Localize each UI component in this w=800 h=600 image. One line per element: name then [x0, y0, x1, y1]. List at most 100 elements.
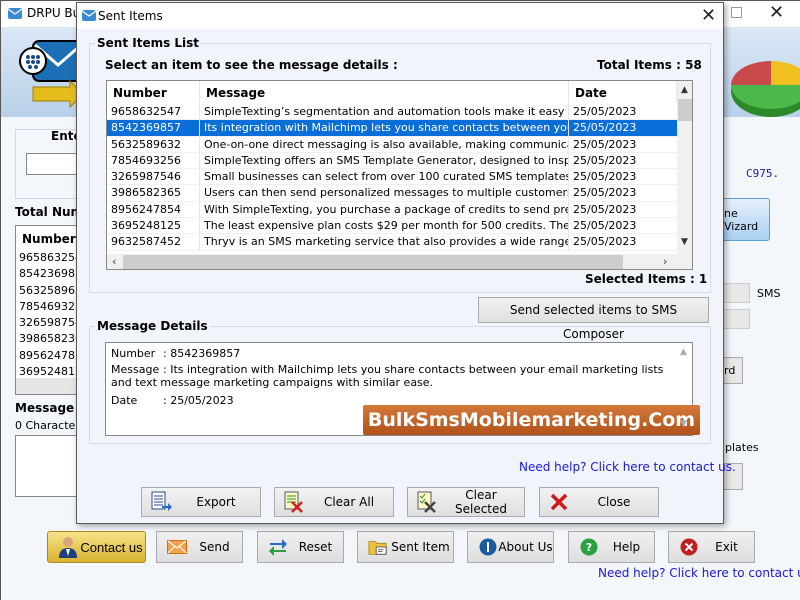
number-list[interactable]: Number 965863254 854236985 563258963 785…: [15, 225, 85, 395]
main-help-link[interactable]: Need help? Click here to contact us.: [598, 566, 800, 580]
message-textarea[interactable]: [15, 435, 85, 497]
exit-button[interactable]: Exit: [668, 531, 755, 563]
row-message: SimpleTexting’s segmentation and automat…: [200, 104, 569, 120]
detail-number-value: : 8542369857: [163, 347, 241, 360]
hscroll-thumb[interactable]: [123, 255, 623, 269]
person-icon: [58, 537, 78, 558]
row-date: 25/05/2023: [573, 137, 637, 151]
number-list-item[interactable]: 785469325: [16, 299, 84, 315]
list-row[interactable]: 7854693256 SimpleTexting offers an SMS Te…: [107, 152, 677, 170]
list-row[interactable]: 3695248125 The least expensive plan costs…: [107, 218, 677, 235]
reset-button[interactable]: Reset: [257, 531, 344, 563]
row-message: SimpleTexting offers an SMS Template Gen…: [200, 152, 569, 169]
list-row[interactable]: 9658632547 SimpleTexting’s segmentation a…: [107, 104, 677, 121]
question-icon: ?: [579, 537, 599, 557]
clear-selected-button[interactable]: Clear Selected: [407, 487, 525, 517]
row-number: 3265987546: [107, 169, 200, 185]
dialog-title: Sent Items: [98, 9, 163, 23]
list-row[interactable]: 9632587452 Thryv is an SMS marketing serv…: [107, 234, 677, 251]
wizard-label-2: Vizard: [724, 220, 759, 233]
scroll-down-icon[interactable]: ▼: [681, 237, 688, 247]
sent-item-button[interactable]: Sent Item: [357, 531, 454, 563]
main-close-button[interactable]: ✕: [769, 2, 784, 23]
list-vertical-scrollbar[interactable]: ▲ ▼: [677, 81, 692, 254]
row-date: 25/05/2023: [573, 235, 637, 249]
scroll-left-icon[interactable]: ‹: [112, 255, 116, 268]
total-items: Total Items : 58: [597, 58, 702, 72]
list-row[interactable]: 8956247854 With SimpleTexting, you purcha…: [107, 201, 677, 219]
list-header: Number Message Date: [107, 81, 677, 103]
details-scrollbar[interactable]: ▲ ▼: [676, 343, 692, 435]
clear-selected-icon: [416, 491, 438, 513]
detail-date: Date: 25/05/2023: [111, 394, 234, 407]
close-button[interactable]: Close: [539, 487, 659, 517]
detail-message-key: Message: [111, 363, 160, 376]
row-date: 25/05/2023: [573, 186, 637, 200]
clear-selected-label: Clear Selected: [454, 488, 508, 516]
number-list-item[interactable]: 398658236: [16, 331, 84, 347]
total-numbers-label: Total Num: [15, 205, 84, 219]
row-number: 9658632547: [107, 104, 200, 120]
close-label: Close: [597, 495, 631, 509]
send-label: Send: [199, 540, 230, 554]
row-date: 25/05/2023: [573, 170, 637, 184]
number-list-item[interactable]: 326598754: [16, 315, 84, 331]
scroll-right-icon[interactable]: ›: [663, 255, 667, 268]
sent-items-list[interactable]: Number Message Date 9658632547 SimpleText…: [106, 80, 693, 270]
detail-date-key: Date: [111, 394, 138, 407]
row-message: The least expensive plan costs $29 per m…: [200, 218, 569, 234]
dialog-app-icon: [81, 10, 97, 21]
detail-number: Number: 8542369857: [111, 347, 240, 360]
list-horizontal-scrollbar[interactable]: ‹ ›: [107, 254, 692, 269]
list-row[interactable]: 3986582365 Users can then send personaliz…: [107, 185, 677, 202]
row-number: 7854693256: [107, 152, 200, 169]
row-message: With SimpleTexting, you purchase a packa…: [200, 201, 569, 218]
scroll-up-icon[interactable]: ▲: [681, 85, 688, 95]
contact-us-button[interactable]: Contact us: [47, 531, 146, 563]
row-date: 25/05/2023: [573, 219, 637, 233]
reset-label: Reset: [298, 540, 333, 554]
red-x-icon: [548, 491, 570, 513]
selected-items-count: Selected Items : 1: [585, 272, 708, 286]
about-us-button[interactable]: About Us: [467, 531, 554, 563]
message-details-title: Message Details: [95, 319, 210, 333]
info-icon: [478, 537, 498, 557]
number-list-item[interactable]: 563258963: [16, 283, 84, 299]
number-list-item[interactable]: 895624785: [16, 348, 84, 364]
send-to-composer-button[interactable]: Send selected items to SMS Composer: [478, 297, 709, 341]
wizard-label-1: ne: [724, 207, 738, 220]
message-details-box[interactable]: Number: 8542369857 Message: Its integrat…: [105, 342, 700, 436]
sent-items-dialog: Sent Items ✕ Sent Items List Select an i…: [76, 2, 736, 524]
row-date: 25/05/2023: [573, 105, 637, 118]
contact-us-label: Contact us: [80, 539, 143, 555]
dialog-titlebar: Sent Items ✕: [77, 3, 723, 29]
help-label: Help: [612, 540, 641, 554]
envelope-logo-icon: [19, 40, 84, 109]
detail-message-value: : Its integration with Mailchimp lets yo…: [111, 363, 664, 389]
details-scroll-up-icon[interactable]: ▲: [680, 347, 687, 357]
list-row[interactable]: 8542369857 Its integration with Mailchimp…: [107, 120, 677, 137]
dialog-help-link[interactable]: Need help? Click here to contact us.: [519, 460, 736, 474]
number-list-item[interactable]: 965863254: [16, 250, 84, 266]
number-list-item[interactable]: 854236985: [16, 266, 84, 282]
maximize-button[interactable]: [731, 7, 742, 18]
export-button[interactable]: Export: [141, 487, 261, 517]
column-header-date[interactable]: Date: [569, 81, 677, 103]
number-list-hscroll[interactable]: [16, 378, 84, 394]
row-number: 8542369857: [107, 120, 200, 136]
clear-all-button[interactable]: Clear All: [274, 487, 394, 517]
sms-label: SMS: [757, 287, 781, 300]
details-scroll-down-icon[interactable]: ▼: [680, 419, 687, 429]
help-button[interactable]: ? Help: [568, 531, 655, 563]
export-list-icon: [150, 491, 172, 513]
exit-label: Exit: [715, 540, 738, 554]
dialog-close-icon[interactable]: ✕: [701, 5, 716, 26]
column-header-number[interactable]: Number: [107, 81, 200, 103]
list-row[interactable]: 3265987546 Small businesses can select fr…: [107, 169, 677, 186]
send-button[interactable]: Send: [156, 531, 243, 563]
templates-label: plates: [725, 441, 759, 454]
list-row[interactable]: 5632589632 One-on-one direct messaging is…: [107, 136, 677, 153]
column-header-message[interactable]: Message: [200, 81, 569, 103]
scroll-thumb[interactable]: [678, 99, 692, 121]
select-hint: Select an item to see the message detail…: [105, 58, 398, 72]
